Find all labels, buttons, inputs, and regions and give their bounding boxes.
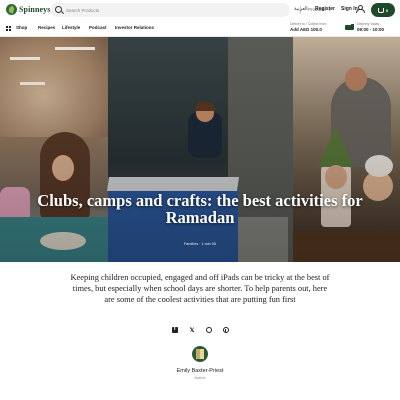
cart-icon [377, 7, 384, 13]
article-intro: Keeping children occupied, engaged and o… [70, 273, 330, 304]
user-icon[interactable] [356, 5, 365, 13]
search-bar: Products ⌄ [50, 3, 331, 17]
delivery-label: Delivery today [357, 22, 380, 26]
nav-item-investor-relations[interactable]: Investor Relations [115, 25, 154, 30]
delivery-time: 09:00 - 10:00 [357, 27, 385, 32]
author-role: Author [194, 376, 206, 380]
search-icon[interactable] [55, 6, 62, 13]
language-toggle[interactable]: العربية [294, 6, 308, 12]
nav-item-recipes[interactable]: Recipes [38, 25, 55, 30]
nav-item-podcast[interactable]: Podcast [89, 25, 107, 30]
cart-button[interactable]: 0 [371, 3, 395, 17]
register-link[interactable]: Register [315, 6, 335, 12]
whatsapp-icon [206, 327, 212, 333]
logo-text: Spinneys [19, 5, 51, 14]
nav-item-lifestyle[interactable]: Lifestyle [62, 25, 80, 30]
spinneys-logo[interactable]: Spinneys [6, 4, 50, 15]
pinterest-icon [223, 327, 229, 333]
share-pinterest-button[interactable] [222, 326, 230, 334]
hero-image: Clubs, camps and crafts: the best activi… [0, 37, 400, 262]
search-input[interactable] [66, 6, 226, 14]
share-facebook-button[interactable] [171, 326, 179, 334]
grid-menu-icon[interactable] [6, 26, 11, 31]
nav-item-shop[interactable]: Shop [16, 25, 27, 30]
delivery-truck-icon [345, 24, 354, 30]
address-label: Deliver to / Collect from [290, 22, 327, 26]
facebook-icon [172, 326, 178, 333]
article-meta: Families · 1 min 05 [183, 242, 217, 246]
address-value: Add AED 100.0 [290, 27, 322, 32]
x-icon: 𝕏 [189, 327, 195, 334]
delivery-slot[interactable]: Delivery today 09:00 - 10:00 [357, 22, 384, 32]
top-header: Spinneys Products ⌄ العربية Register Sig… [0, 0, 400, 20]
delivery-address[interactable]: Deliver to / Collect from Add AED 100.0 [290, 22, 326, 32]
cart-count: 0 [385, 7, 389, 13]
nav-bar: Shop Recipes Lifestyle Podcast Investor … [0, 20, 400, 36]
leaf-logo-icon [6, 4, 17, 15]
author-avatar[interactable] [192, 346, 208, 362]
share-x-button[interactable]: 𝕏 [188, 326, 196, 334]
article-title: Clubs, camps and crafts: the best activi… [37, 191, 363, 227]
author-name[interactable]: Emily Baxter-Priest [140, 368, 260, 374]
share-whatsapp-button[interactable] [205, 326, 213, 334]
